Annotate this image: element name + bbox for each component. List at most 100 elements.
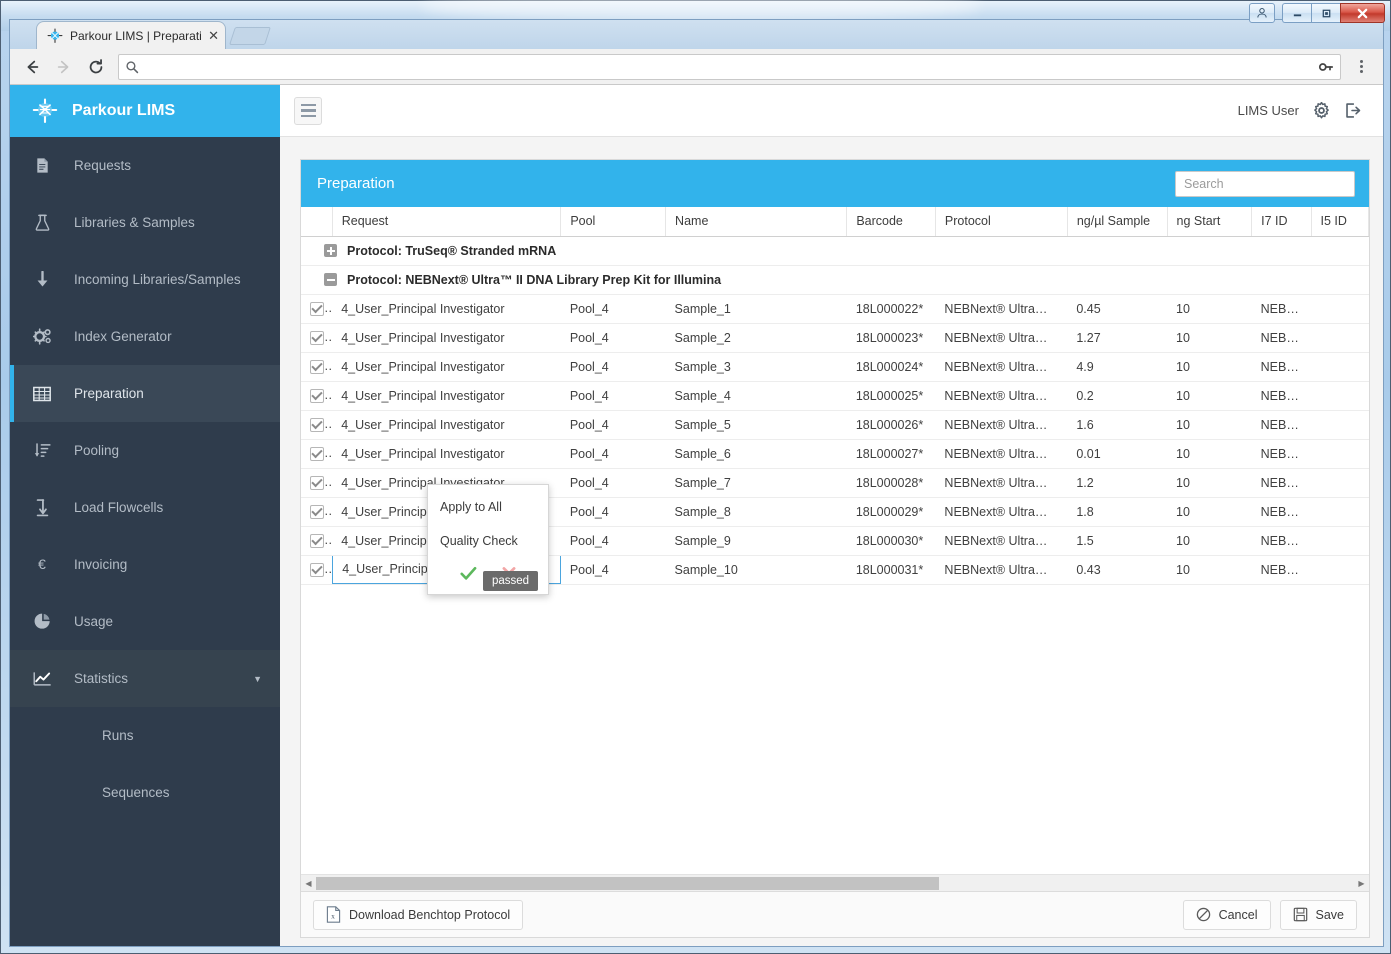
- cell-name[interactable]: Sample_1: [665, 294, 847, 324]
- cell-ng-start[interactable]: 10: [1167, 526, 1252, 556]
- save-button[interactable]: Save: [1279, 899, 1357, 930]
- row-checkbox[interactable]: [310, 475, 324, 490]
- chevron-down-icon[interactable]: ▼: [253, 674, 262, 684]
- cell-barcode[interactable]: 18L000022*: [846, 294, 936, 324]
- cell-name[interactable]: Sample_8: [665, 497, 847, 527]
- cell-name[interactable]: Sample_3: [665, 352, 847, 382]
- new-tab-button[interactable]: [229, 27, 271, 45]
- cell-pool[interactable]: Pool_4: [560, 381, 666, 411]
- cancel-button[interactable]: Cancel: [1182, 899, 1271, 930]
- row-checkbox-cell[interactable]: [301, 352, 333, 382]
- context-menu-quality-check[interactable]: Quality Check: [428, 524, 548, 558]
- cell-ng-start[interactable]: 10: [1167, 294, 1252, 324]
- cell-i5-id[interactable]: [1311, 468, 1369, 498]
- row-checkbox[interactable]: [310, 417, 324, 432]
- cell-i7-id[interactable]: NEB_P35: [1251, 410, 1312, 440]
- browser-tab[interactable]: Parkour LIMS | Preparatio ✕: [36, 21, 226, 49]
- gear-icon[interactable]: [1313, 102, 1330, 119]
- cell-ng-per-ul[interactable]: 1.27: [1067, 323, 1168, 353]
- row-checkbox-cell[interactable]: [301, 381, 333, 411]
- cell-request[interactable]: 4_User_Principal Investigator: [332, 439, 561, 469]
- browser-menu-button[interactable]: [1347, 53, 1375, 81]
- user-account-icon[interactable]: [1249, 3, 1275, 23]
- protocol-group-row[interactable]: Protocol: NEBNext® Ultra™ II DNA Library…: [301, 265, 1369, 295]
- scroll-right-icon[interactable]: ▶: [1354, 875, 1369, 891]
- cell-ng-per-ul[interactable]: 0.01: [1067, 439, 1168, 469]
- cell-barcode[interactable]: 18L000031*: [846, 555, 936, 585]
- cell-i7-id[interactable]: NEB_P16: [1251, 294, 1312, 324]
- cell-pool[interactable]: Pool_4: [560, 352, 666, 382]
- sidebar-item-usage[interactable]: Usage: [10, 593, 280, 650]
- logout-icon[interactable]: [1344, 102, 1361, 119]
- window-minimize-button[interactable]: [1282, 3, 1311, 23]
- cell-barcode[interactable]: 18L000023*: [846, 323, 936, 353]
- cell-ng-start[interactable]: 10: [1167, 381, 1252, 411]
- back-button[interactable]: [18, 53, 46, 81]
- cell-request[interactable]: 4_User_Principal Investigator: [332, 352, 561, 382]
- column-header-barcode[interactable]: Barcode: [846, 207, 936, 237]
- cell-protocol[interactable]: NEBNext® Ultra™ II...: [935, 294, 1068, 324]
- sidebar-subitem-runs[interactable]: Runs: [10, 707, 280, 764]
- cell-name[interactable]: Sample_4: [665, 381, 847, 411]
- cell-name[interactable]: Sample_9: [665, 526, 847, 556]
- cell-pool[interactable]: Pool_4: [560, 555, 666, 585]
- sidebar-item-preparation[interactable]: Preparation: [10, 365, 280, 422]
- cell-i7-id[interactable]: NEB_P24: [1251, 352, 1312, 382]
- row-checkbox[interactable]: [310, 359, 324, 374]
- column-header-name[interactable]: Name: [665, 207, 848, 237]
- search-input[interactable]: [1175, 170, 1355, 197]
- row-checkbox[interactable]: [310, 562, 324, 577]
- cell-protocol[interactable]: NEBNext® Ultra™ II...: [935, 381, 1068, 411]
- cell-protocol[interactable]: NEBNext® Ultra™ II...: [935, 352, 1068, 382]
- cell-name[interactable]: Sample_2: [665, 323, 847, 353]
- column-header-request[interactable]: Request: [332, 207, 562, 237]
- column-header-i7-id[interactable]: I7 ID: [1251, 207, 1312, 237]
- cell-i7-id[interactable]: NEB_P11: [1251, 555, 1312, 585]
- collapse-group-icon[interactable]: [324, 273, 337, 286]
- context-menu-apply-to-all[interactable]: Apply to All: [428, 490, 548, 524]
- cell-protocol[interactable]: NEBNext® Ultra™ II...: [935, 323, 1068, 353]
- cell-ng-per-ul[interactable]: 1.5: [1067, 526, 1168, 556]
- tab-close-icon[interactable]: ✕: [208, 29, 219, 42]
- scrollbar-track[interactable]: [316, 876, 1354, 891]
- cell-ng-per-ul[interactable]: 1.2: [1067, 468, 1168, 498]
- cell-i5-id[interactable]: [1311, 323, 1369, 353]
- table-row[interactable]: 4_User_Principal Investigator Pool_4 Sampl…: [301, 439, 1369, 469]
- cell-ng-start[interactable]: 10: [1167, 497, 1252, 527]
- cell-pool[interactable]: Pool_4: [560, 439, 666, 469]
- row-checkbox-cell[interactable]: [301, 526, 333, 556]
- column-header-i5-id[interactable]: I5 ID: [1311, 207, 1370, 237]
- cell-request[interactable]: 4_User_Principal Investigator: [332, 294, 561, 324]
- sidebar-item-pooling[interactable]: Pooling: [10, 422, 280, 479]
- sidebar-item-invoicing[interactable]: € Invoicing: [10, 536, 280, 593]
- cell-barcode[interactable]: 18L000028*: [846, 468, 936, 498]
- row-checkbox[interactable]: [310, 388, 324, 403]
- cell-i5-id[interactable]: [1311, 439, 1369, 469]
- cell-ng-start[interactable]: 10: [1167, 352, 1252, 382]
- row-checkbox[interactable]: [310, 330, 324, 345]
- scroll-left-icon[interactable]: ◀: [301, 875, 316, 891]
- cell-i7-id[interactable]: NEB_P38: [1251, 439, 1312, 469]
- sidebar-item-incoming-libraries-samples[interactable]: Incoming Libraries/Samples: [10, 251, 280, 308]
- sidebar-item-requests[interactable]: Requests: [10, 137, 280, 194]
- cell-protocol[interactable]: NEBNext® Ultra™ II...: [935, 526, 1068, 556]
- cell-pool[interactable]: Pool_4: [560, 497, 666, 527]
- row-checkbox-cell[interactable]: [301, 294, 333, 324]
- column-header-pool[interactable]: Pool: [560, 207, 667, 237]
- download-benchtop-protocol-button[interactable]: x Download Benchtop Protocol: [313, 899, 524, 930]
- cell-ng-start[interactable]: 10: [1167, 439, 1252, 469]
- row-checkbox[interactable]: [310, 301, 324, 316]
- sidebar-item-libraries-samples[interactable]: Libraries & Samples: [10, 194, 280, 251]
- cell-ng-per-ul[interactable]: 4.9: [1067, 352, 1168, 382]
- cell-barcode[interactable]: 18L000025*: [846, 381, 936, 411]
- cell-i5-id[interactable]: [1311, 294, 1369, 324]
- address-bar[interactable]: [118, 53, 1341, 80]
- horizontal-scrollbar[interactable]: ◀ ▶: [301, 874, 1369, 891]
- cell-barcode[interactable]: 18L000026*: [846, 410, 936, 440]
- cell-protocol[interactable]: NEBNext® Ultra™ II...: [935, 497, 1068, 527]
- reload-button[interactable]: [82, 53, 110, 81]
- cell-name[interactable]: Sample_10: [665, 555, 847, 585]
- row-checkbox-cell[interactable]: [301, 555, 333, 585]
- row-checkbox-cell[interactable]: [301, 410, 333, 440]
- cell-pool[interactable]: Pool_4: [560, 468, 666, 498]
